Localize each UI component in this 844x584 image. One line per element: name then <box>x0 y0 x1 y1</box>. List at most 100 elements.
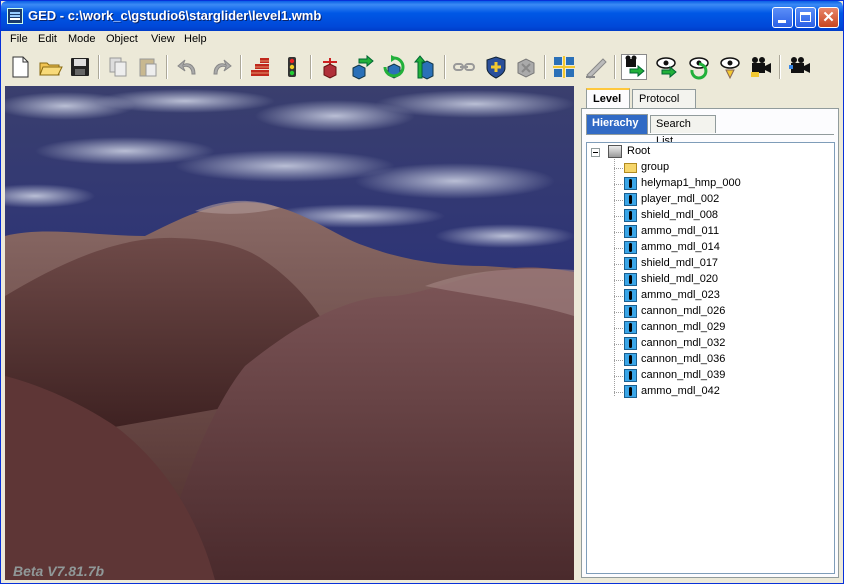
tree-node[interactable]: shield_mdl_020 <box>614 272 829 288</box>
new-file-icon <box>12 56 29 78</box>
scale-object-button[interactable] <box>412 54 438 80</box>
toolbar-separator <box>444 55 446 79</box>
add-entity-button[interactable] <box>317 54 343 80</box>
toolbar-separator <box>166 55 168 79</box>
tree-node[interactable]: cannon_mdl_026 <box>614 304 829 320</box>
open-button[interactable] <box>37 54 63 80</box>
tab-protocol[interactable]: Protocol <box>632 89 696 108</box>
save-disk-icon <box>71 58 89 76</box>
eye-walk-icon <box>720 57 740 80</box>
new-file-button[interactable] <box>7 54 33 80</box>
tree-node-label: ammo_mdl_042 <box>641 385 720 397</box>
block-button[interactable] <box>513 54 539 80</box>
tree-node-label: player_mdl_002 <box>641 193 720 205</box>
maximize-button[interactable] <box>795 7 816 28</box>
toolbar-separator <box>310 55 312 79</box>
side-panel: Level Protocol Hierachy Search List Root… <box>579 86 841 580</box>
tree-node[interactable]: cannon_mdl_032 <box>614 336 829 352</box>
tree-node[interactable]: ammo_mdl_011 <box>614 224 829 240</box>
tree-node-label: shield_mdl_008 <box>641 209 719 221</box>
eye-rotate-icon <box>689 57 709 80</box>
undo-button[interactable] <box>175 54 201 80</box>
model-icon <box>624 193 637 206</box>
eye-move-button[interactable] <box>654 54 680 80</box>
toolbar-separator <box>544 55 546 79</box>
render-camera-button[interactable] <box>786 54 812 80</box>
version-watermark: Beta V7.81.7b <box>13 563 105 579</box>
rotate-object-icon <box>383 55 405 79</box>
model-icon <box>624 225 637 238</box>
copy-icon <box>109 57 127 77</box>
rotate-object-button[interactable] <box>381 54 407 80</box>
folder-icon <box>624 163 637 173</box>
add-entity-icon <box>323 58 337 79</box>
menu-view[interactable]: View <box>151 33 175 45</box>
split-button[interactable] <box>551 54 577 80</box>
close-button[interactable]: ✕ <box>818 7 839 28</box>
menu-object[interactable]: Object <box>106 33 138 45</box>
paste-icon <box>139 58 157 77</box>
add-shield-button[interactable] <box>483 54 509 80</box>
tree-node[interactable]: ammo_mdl_014 <box>614 240 829 256</box>
eye-walk-button[interactable] <box>717 54 743 80</box>
wall-icon <box>251 58 269 76</box>
model-icon <box>624 209 637 222</box>
toolbar-separator <box>614 55 616 79</box>
camera-move-button[interactable] <box>621 54 647 80</box>
tree-node[interactable]: ammo_mdl_042 <box>614 384 829 400</box>
main-window: GED - c:\work_c\gstudio6\starglider\leve… <box>0 0 844 584</box>
tree-root[interactable]: Root <box>625 144 652 158</box>
tree-node[interactable]: shield_mdl_008 <box>614 208 829 224</box>
menu-mode[interactable]: Mode <box>68 33 96 45</box>
tab-divider <box>586 134 834 135</box>
tree-node-label: ammo_mdl_011 <box>641 225 720 237</box>
tree-node-label: helymap1_hmp_000 <box>641 177 741 189</box>
menu-file[interactable]: File <box>10 33 28 45</box>
paste-button[interactable] <box>135 54 161 80</box>
traffic-light-button[interactable] <box>279 54 305 80</box>
eye-rotate-button[interactable] <box>686 54 712 80</box>
tree-node[interactable]: cannon_mdl_039 <box>614 368 829 384</box>
split-icon <box>553 56 575 78</box>
tree-node[interactable]: cannon_mdl_036 <box>614 352 829 368</box>
collapse-toggle-icon[interactable] <box>591 148 600 157</box>
minimize-button[interactable] <box>772 7 793 28</box>
save-button[interactable] <box>67 54 93 80</box>
redo-button[interactable] <box>208 54 234 80</box>
move-object-icon <box>352 54 374 80</box>
hand-tool-button[interactable] <box>583 54 609 80</box>
tree-node[interactable]: cannon_mdl_029 <box>614 320 829 336</box>
camera-button[interactable] <box>748 54 774 80</box>
traffic-light-icon <box>288 57 296 77</box>
tab-level[interactable]: Level <box>586 88 630 109</box>
model-icon <box>624 337 637 350</box>
tree-node[interactable]: helymap1_hmp_000 <box>614 176 829 192</box>
tree-node[interactable]: group <box>614 160 829 176</box>
model-icon <box>624 241 637 254</box>
wall-button[interactable] <box>247 54 273 80</box>
render-camera-icon <box>789 57 810 73</box>
tree-node[interactable]: ammo_mdl_023 <box>614 288 829 304</box>
tree-node[interactable]: shield_mdl_017 <box>614 256 829 272</box>
app-icon[interactable] <box>7 8 23 24</box>
toolbar <box>4 51 840 85</box>
copy-button[interactable] <box>105 54 131 80</box>
model-icon <box>624 305 637 318</box>
camera-move-icon <box>625 55 645 78</box>
hierarchy-tree[interactable]: Root group helymap1_hmp_000 player_mdl_0… <box>586 142 835 574</box>
model-icon <box>624 289 637 302</box>
move-object-button[interactable] <box>349 54 375 80</box>
link-button[interactable] <box>451 54 477 80</box>
maximize-icon <box>800 12 811 22</box>
tree-node-label: ammo_mdl_023 <box>641 289 720 301</box>
minimize-icon <box>778 20 786 23</box>
tree-node[interactable]: player_mdl_002 <box>614 192 829 208</box>
title-bar[interactable]: GED - c:\work_c\gstudio6\starglider\leve… <box>1 1 843 31</box>
menu-help[interactable]: Help <box>184 33 207 45</box>
tab-search-list[interactable]: Search List <box>650 115 716 147</box>
tab-hierarchy[interactable]: Hierachy <box>586 114 648 134</box>
hand-tool-icon <box>586 58 607 79</box>
tree-node-label: cannon_mdl_032 <box>641 337 726 349</box>
3d-viewport[interactable]: Beta V7.81.7b <box>5 86 574 580</box>
menu-edit[interactable]: Edit <box>38 33 57 45</box>
